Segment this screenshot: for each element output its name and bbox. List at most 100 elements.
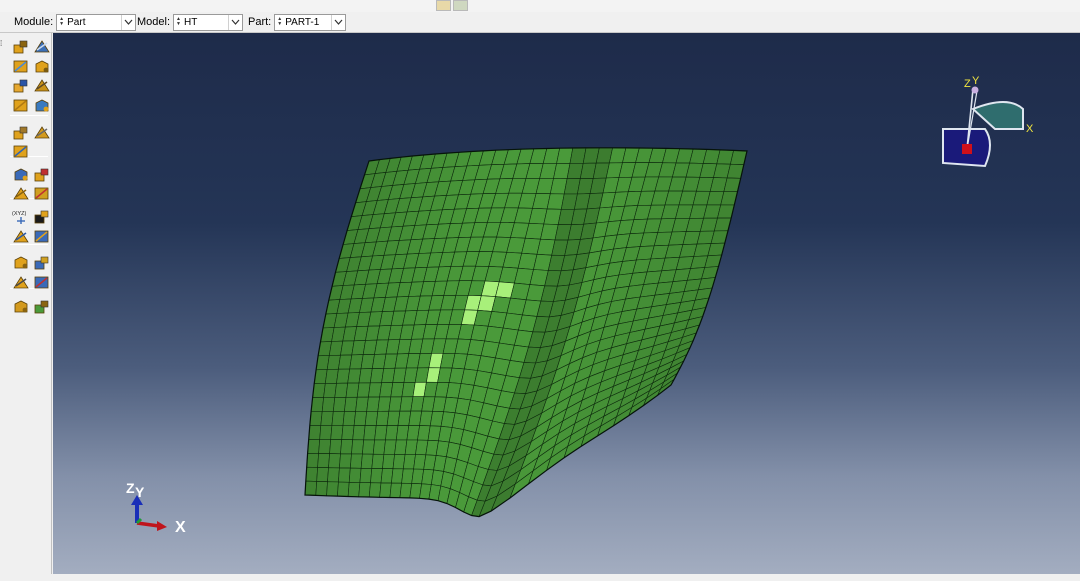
mesh-element[interactable] xyxy=(327,467,340,483)
create-cut-extrude-tool[interactable] xyxy=(33,77,51,94)
mesh-element[interactable] xyxy=(370,468,383,484)
part-instance-tool[interactable] xyxy=(12,298,30,315)
mesh-region-tool[interactable] xyxy=(33,185,51,202)
mesh-element[interactable] xyxy=(358,482,371,498)
mesh-element[interactable] xyxy=(340,439,354,455)
mesh-element[interactable] xyxy=(305,466,318,482)
chevron-down-icon[interactable] xyxy=(228,14,242,30)
set-tool[interactable] xyxy=(12,254,30,271)
mesh-element[interactable] xyxy=(368,482,382,498)
mesh-element[interactable] xyxy=(366,396,380,412)
mesh-element[interactable] xyxy=(385,425,399,441)
edit-feature-tool[interactable] xyxy=(12,143,30,160)
mesh-element[interactable] xyxy=(344,396,358,412)
mesh-element[interactable] xyxy=(337,481,350,497)
mesh-element[interactable] xyxy=(330,425,344,440)
model-combo[interactable]: ▲ ▼ HT xyxy=(173,13,244,31)
mesh-element[interactable] xyxy=(391,468,404,484)
mesh-element[interactable] xyxy=(379,482,392,498)
mesh-element[interactable] xyxy=(355,396,369,412)
mesh-element[interactable] xyxy=(328,453,341,469)
mesh-element[interactable] xyxy=(349,453,363,469)
mesh-element[interactable] xyxy=(353,410,368,426)
mesh-element[interactable] xyxy=(339,453,352,469)
mesh-element[interactable] xyxy=(304,480,318,496)
mesh-element[interactable] xyxy=(351,439,365,455)
mesh-element[interactable] xyxy=(362,439,375,455)
mesh-element[interactable] xyxy=(316,467,329,483)
partition-face-tool[interactable] xyxy=(12,124,30,141)
mesh-element[interactable] xyxy=(331,411,345,426)
mesh-element[interactable] xyxy=(320,411,334,426)
mesh-element[interactable] xyxy=(306,452,319,468)
mesh-element[interactable] xyxy=(363,425,377,441)
mesh-element[interactable] xyxy=(321,397,336,412)
mesh-element[interactable] xyxy=(359,467,373,484)
datum-point-tool[interactable]: (XYZ) xyxy=(12,208,30,225)
part-spin-icon[interactable]: ▲ ▼ xyxy=(276,15,283,30)
mesh-element[interactable] xyxy=(348,467,362,483)
create-solid-extrude-tool[interactable] xyxy=(12,58,30,75)
part-combo[interactable]: ▲ ▼ PART-1 xyxy=(274,13,347,31)
mesh-element[interactable] xyxy=(307,438,321,454)
mesh-element[interactable] xyxy=(319,425,333,440)
mesh-element[interactable] xyxy=(324,368,339,384)
meshed-part[interactable] xyxy=(53,33,1080,574)
repair-tool[interactable] xyxy=(33,97,51,114)
mesh-element[interactable] xyxy=(338,467,351,483)
mesh-element[interactable] xyxy=(375,410,390,426)
create-wire-tool[interactable] xyxy=(12,77,30,94)
module-combo[interactable]: ▲ ▼ Part xyxy=(56,13,137,31)
mesh-element[interactable] xyxy=(309,411,323,426)
chevron-down-icon[interactable] xyxy=(331,14,345,30)
mesh-element[interactable] xyxy=(386,410,401,426)
mesh-element[interactable] xyxy=(318,439,332,454)
model-spin-icon[interactable]: ▲ ▼ xyxy=(175,15,182,30)
datum-csys-tool[interactable] xyxy=(33,228,51,245)
mesh-element[interactable] xyxy=(342,410,356,426)
view-orientation-triad[interactable]: Z Y X xyxy=(933,73,1043,173)
surface-tool[interactable] xyxy=(33,254,51,271)
partition-cell-tool[interactable] xyxy=(33,124,51,141)
datum-plane-tool[interactable] xyxy=(12,228,30,245)
reference-tool[interactable] xyxy=(33,298,51,315)
toolbar-table-icon[interactable] xyxy=(453,0,468,11)
mesh-element[interactable] xyxy=(383,439,397,455)
create-part-tool[interactable] xyxy=(12,38,30,55)
mesh-element[interactable] xyxy=(317,453,330,469)
virtual-topology-tool[interactable] xyxy=(33,166,51,183)
mesh-element[interactable] xyxy=(345,382,360,398)
mesh-element[interactable] xyxy=(356,382,371,398)
chevron-down-icon[interactable] xyxy=(121,14,135,30)
mesh-element[interactable] xyxy=(382,453,395,470)
tools-tool[interactable] xyxy=(33,274,51,291)
datum-axis-tool[interactable] xyxy=(33,208,51,225)
mesh-element[interactable] xyxy=(394,439,408,455)
mesh-element[interactable] xyxy=(389,482,402,499)
create-shell-extrude-tool[interactable] xyxy=(33,58,51,75)
mesh-element[interactable] xyxy=(372,439,386,455)
mesh-element[interactable] xyxy=(315,481,328,497)
mesh-element[interactable] xyxy=(308,425,322,440)
mesh-element[interactable] xyxy=(334,382,349,398)
mesh-element[interactable] xyxy=(377,396,392,412)
mesh-element[interactable] xyxy=(371,453,385,469)
query-tool[interactable] xyxy=(12,166,30,183)
mesh-element[interactable] xyxy=(380,468,394,484)
mesh-element[interactable] xyxy=(352,425,366,441)
part-manager-tool[interactable] xyxy=(33,38,51,55)
toolbar-viewport-icon[interactable] xyxy=(436,0,451,11)
mesh-element[interactable] xyxy=(374,425,388,441)
toolbox-grip-icon[interactable]: ⁞ xyxy=(0,39,2,48)
mesh-element[interactable] xyxy=(341,425,355,441)
mesh-element[interactable] xyxy=(323,382,337,398)
create-round-tool[interactable] xyxy=(12,97,30,114)
mesh-element[interactable] xyxy=(364,410,379,426)
mesh-part-tool[interactable] xyxy=(12,185,30,202)
module-spin-icon[interactable]: ▲ ▼ xyxy=(58,15,65,30)
mesh-element[interactable] xyxy=(326,481,339,497)
graphics-viewport[interactable]: Z Y X Z Y X xyxy=(53,33,1080,574)
mesh-element[interactable] xyxy=(329,439,343,455)
mesh-element[interactable] xyxy=(332,396,347,412)
mesh-element[interactable] xyxy=(347,481,361,498)
